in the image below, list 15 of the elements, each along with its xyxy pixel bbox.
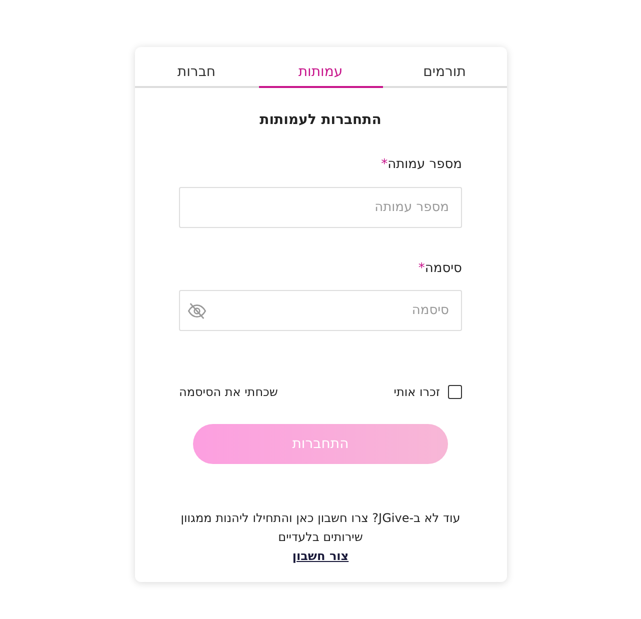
field-label: מספר עמותה [388,157,462,172]
forgot-password-link[interactable]: שכחתי את הסיסמה [179,383,278,401]
hide-password-icon[interactable] [187,301,207,321]
required-mark: * [418,260,425,276]
required-mark: * [381,157,388,172]
tab[interactable]: עמותות [258,47,382,88]
tab[interactable]: חברות [134,47,258,88]
form-heading: התחברות לעמותות [258,111,382,130]
input-field[interactable]: סיסמה [179,290,462,331]
remember-checkbox[interactable]: זכרו אותי [394,383,462,401]
tab[interactable]: תורמים [382,47,506,88]
signup-text: עוד לא ב-JGive? צרו חשבון כאן והתחילו ליהנות ממגוון שירותים בלעדיים [180,510,462,546]
create-account-link[interactable]: צור חשבון [292,549,349,563]
field-label: סיסמה [424,260,462,276]
input-field[interactable]: מספר עמותה [179,186,462,228]
